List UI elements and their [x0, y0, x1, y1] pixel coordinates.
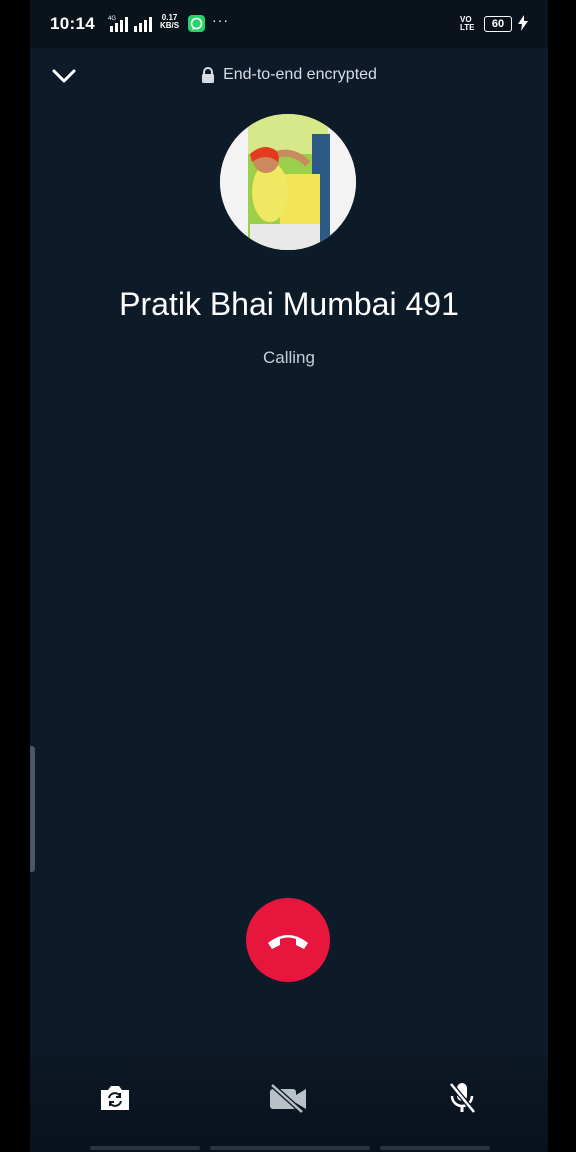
mic-off-icon: [449, 1082, 476, 1114]
call-screen: 10:14 4G 0.17 KB/S ··· VO LTE 60 End-to-…: [30, 0, 548, 1152]
volte-indicator: VO LTE: [460, 16, 475, 32]
side-panel-handle[interactable]: [30, 746, 35, 872]
clock: 10:14: [50, 14, 95, 33]
nav-indicator-center: [210, 1146, 370, 1150]
camera-switch-icon: [101, 1086, 129, 1110]
toggle-video-button[interactable]: [268, 1078, 308, 1118]
status-bar: 10:14 4G 0.17 KB/S ··· VO LTE 60: [30, 0, 548, 48]
lock-icon: [202, 67, 215, 83]
switch-camera-button[interactable]: [95, 1078, 135, 1118]
call-status: Calling: [263, 348, 315, 367]
contact-avatar[interactable]: [220, 114, 356, 250]
battery-icon: 60: [484, 16, 512, 32]
contact-name: Pratik Bhai Mumbai 491: [119, 286, 459, 322]
encryption-label: End-to-end encrypted: [223, 66, 377, 83]
nav-indicator-left: [90, 1146, 200, 1150]
network-speed: 0.17 KB/S: [160, 14, 179, 30]
nav-indicator-right: [380, 1146, 490, 1150]
end-call-button[interactable]: [246, 898, 330, 982]
signal-icon: 4G: [108, 14, 158, 32]
speed-unit: KB/S: [160, 21, 180, 30]
charging-icon: [518, 15, 528, 36]
volte-bottom: LTE: [460, 23, 475, 32]
encryption-notice: End-to-end encrypted: [30, 66, 548, 84]
video-off-icon: [270, 1083, 306, 1113]
more-notifications-icon: ···: [212, 12, 229, 28]
phone-hangup-icon: [268, 935, 308, 949]
whatsapp-notification-icon: [188, 15, 205, 32]
mute-mic-button[interactable]: [442, 1078, 482, 1118]
network-type-label: 4G: [108, 16, 116, 22]
